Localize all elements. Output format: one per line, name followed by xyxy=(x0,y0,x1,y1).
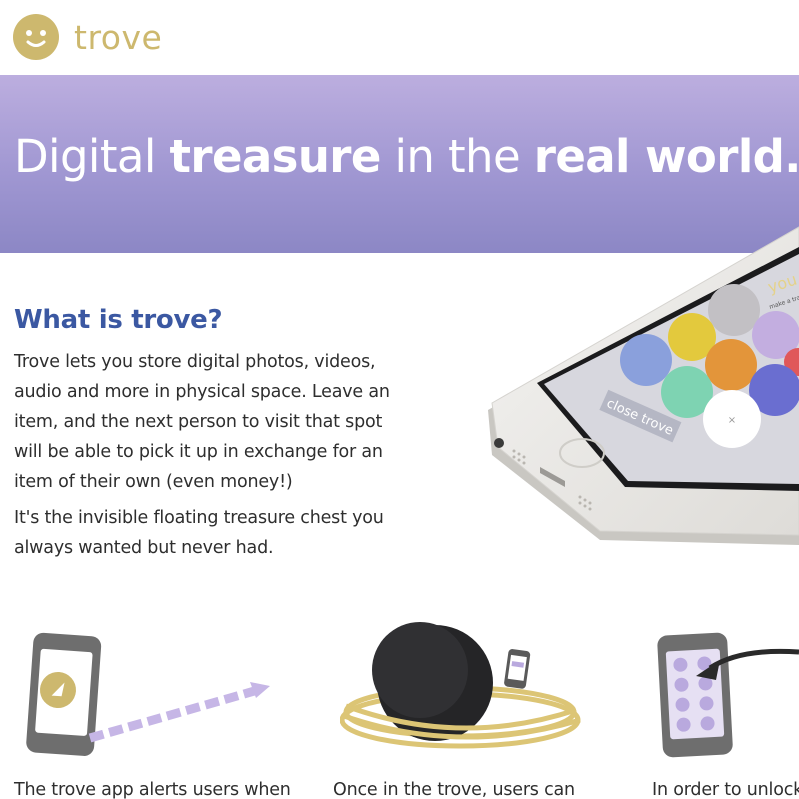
logo-home-link[interactable]: trove xyxy=(12,12,162,62)
step-description: The trove app alerts users when xyxy=(14,780,291,799)
how-it-works-steps: The trove app alerts users when Once in … xyxy=(0,600,799,799)
hero-title: Digital treasure in the real world. xyxy=(14,131,799,183)
smiley-face-icon xyxy=(13,14,59,60)
intro-paragraph: It's the invisible floating treasure che… xyxy=(14,508,384,558)
cancel-icon: × xyxy=(728,415,736,426)
item-bubble xyxy=(705,339,757,391)
site-header: trove xyxy=(0,0,799,75)
phone-unlock-icon xyxy=(657,632,799,758)
floating-trove-orb-icon xyxy=(340,622,581,749)
phone-alert-icon xyxy=(26,632,270,756)
item-bubble xyxy=(708,284,760,336)
item-bubble xyxy=(620,334,672,386)
step-description: Once in the trove, users can xyxy=(333,780,575,799)
brand-name: trove xyxy=(74,17,163,57)
hero-title-emphasis: real world. xyxy=(533,130,799,183)
hero-title-part: Digital xyxy=(14,130,170,183)
phone-mockup-illustration: you make a trade × close trove xyxy=(488,226,799,545)
hero-title-emphasis: treasure xyxy=(169,130,381,183)
intro-section: What is trove? Trove lets you store digi… xyxy=(14,305,394,563)
step-description: In order to unlock xyxy=(652,780,799,799)
intro-heading: What is trove? xyxy=(14,305,223,335)
hero-title-part: in the xyxy=(380,130,534,183)
intro-paragraph: Trove lets you store digital photos, vid… xyxy=(14,352,390,492)
